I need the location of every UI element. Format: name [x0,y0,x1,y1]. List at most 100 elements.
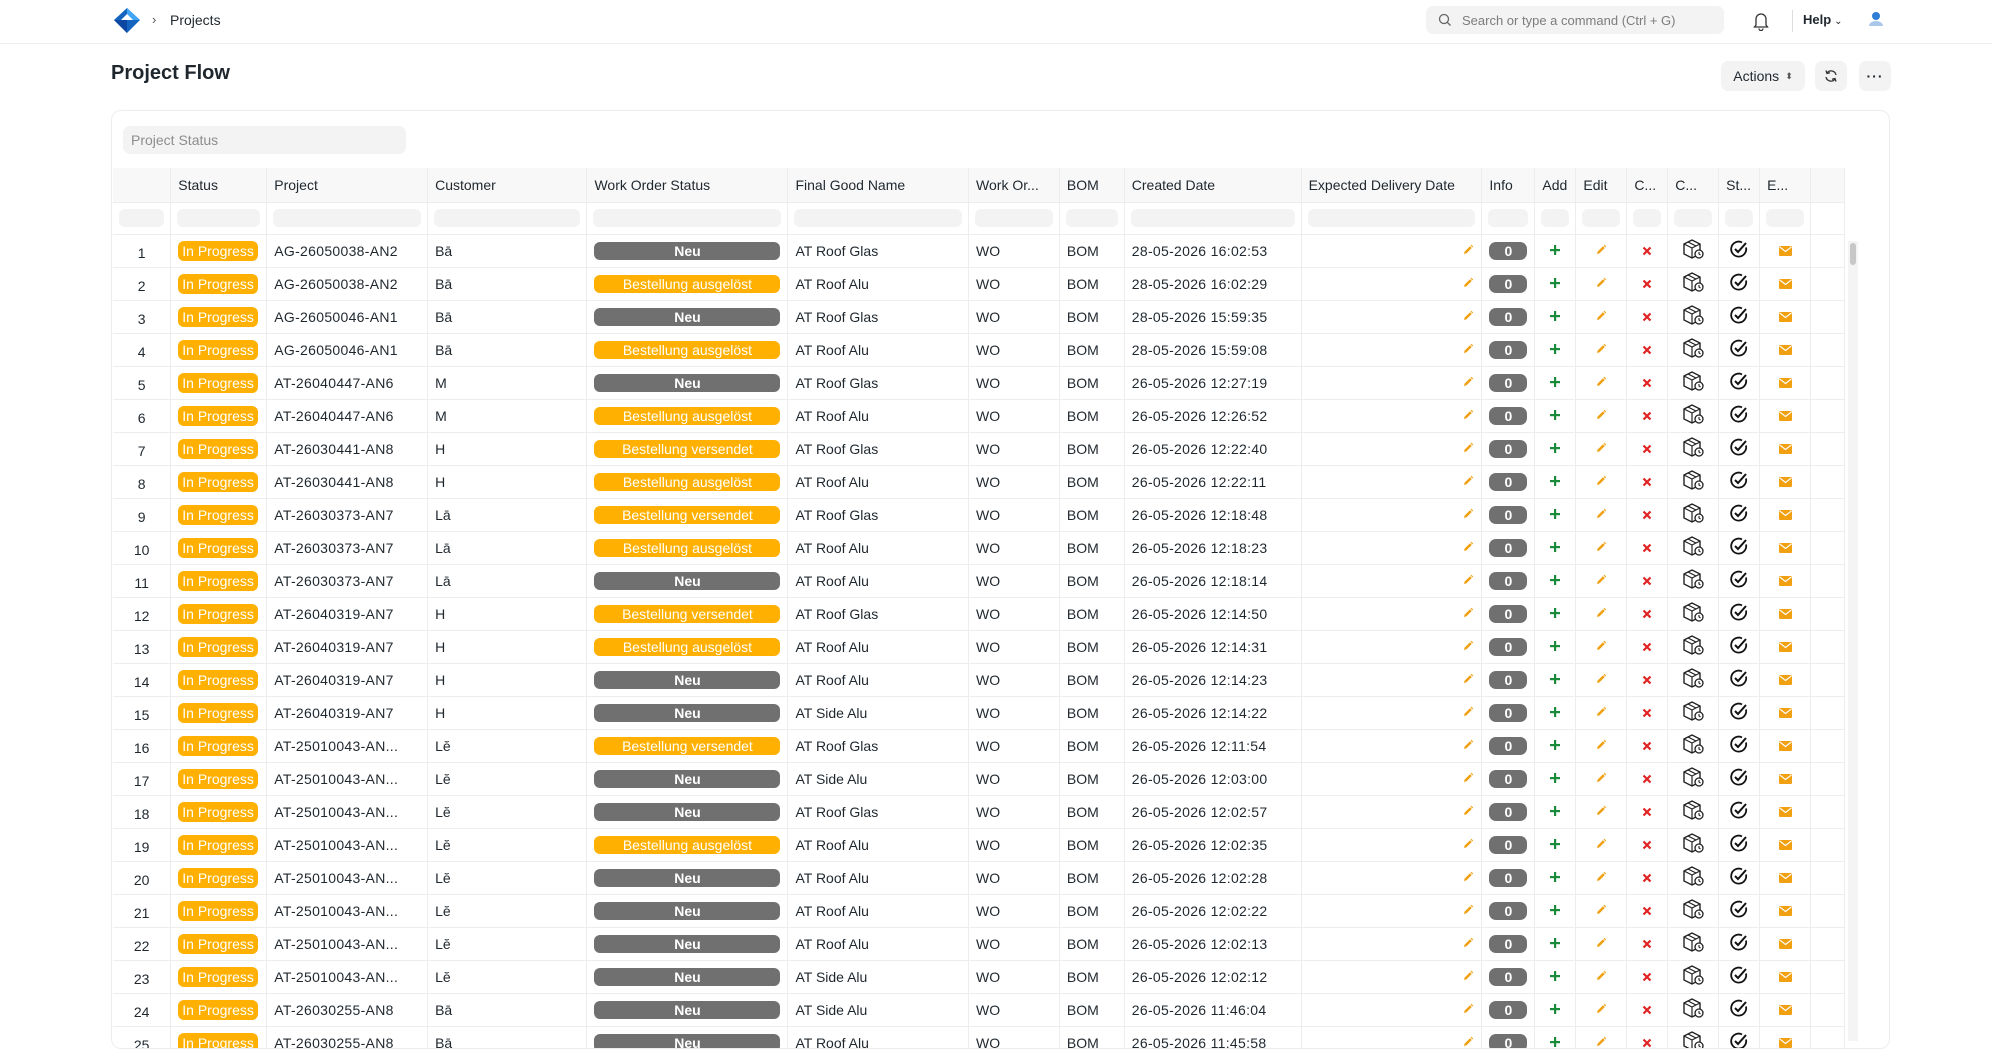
box-icon[interactable] [1681,998,1705,1022]
cancel-cell[interactable] [1626,1026,1669,1048]
status-cell[interactable]: In Progress [170,960,268,994]
info-cell[interactable]: 0 [1481,366,1536,400]
header-bom[interactable]: BOM [1059,168,1125,203]
project-cell[interactable]: AT-26030255-AN8 [266,1026,429,1048]
pencil-icon[interactable] [1595,507,1607,523]
project-cell[interactable]: AT-25010043-AN... [266,762,429,796]
box-icon[interactable] [1681,371,1705,395]
status-cell[interactable]: In Progress [170,696,268,730]
search-input[interactable]: Search or type a command (Ctrl + G) [1426,6,1724,34]
info-cell[interactable]: 0 [1481,993,1536,1027]
pencil-icon[interactable] [1595,639,1607,655]
add-cell[interactable] [1534,432,1577,466]
box-icon[interactable] [1681,272,1705,296]
check-circle-icon[interactable] [1729,570,1749,592]
info-cell[interactable]: 0 [1481,300,1536,334]
box-icon[interactable] [1681,338,1705,362]
add-cell[interactable] [1534,300,1577,334]
table-row[interactable]: 19 In Progress AT-25010043-AN... Lĕ Bestellu… [113,828,1845,862]
pencil-icon[interactable] [1462,639,1474,655]
plus-icon[interactable] [1549,276,1561,292]
bom-link[interactable]: BOM [1059,630,1125,664]
header-final-good-name[interactable]: Final Good Name [787,168,970,203]
customer-cell[interactable]: Bā [427,300,588,334]
info-cell[interactable]: 0 [1481,861,1536,895]
envelope-icon[interactable] [1778,342,1792,358]
edit-cell[interactable] [1575,828,1628,862]
bom-link[interactable]: BOM [1059,795,1125,829]
check-circle-icon[interactable] [1729,240,1749,262]
table-row[interactable]: 6 In Progress AT-26040447-AN6 M Bestellung a… [113,399,1845,433]
avatar-icon[interactable] [1866,9,1886,29]
check-circle-icon[interactable] [1729,669,1749,691]
box-icon[interactable] [1681,437,1705,461]
expected-delivery-cell[interactable] [1301,234,1483,268]
bom-link[interactable]: BOM [1059,564,1125,598]
work-order-status-cell[interactable]: Neu [586,663,789,697]
status-cell[interactable]: In Progress [170,861,268,895]
email-cell[interactable] [1759,333,1812,367]
project-cell[interactable]: AG-26050046-AN1 [266,333,429,367]
work-order-status-cell[interactable]: Neu [586,861,789,895]
info-cell[interactable]: 0 [1481,795,1536,829]
header-work-order-status[interactable]: Work Order Status [586,168,789,203]
plus-icon[interactable] [1549,243,1561,259]
table-row[interactable]: 1 In Progress AG-26050038-AN2 Bā Neu AT Roof … [113,234,1845,268]
plus-icon[interactable] [1549,441,1561,457]
bom-link[interactable]: BOM [1059,663,1125,697]
pencil-icon[interactable] [1462,606,1474,622]
info-cell[interactable]: 0 [1481,234,1536,268]
add-cell[interactable] [1534,894,1577,928]
status-cell[interactable]: In Progress [170,630,268,664]
bom-link[interactable]: BOM [1059,828,1125,862]
box-icon[interactable] [1681,635,1705,659]
work-order-link[interactable]: WO [968,663,1060,697]
add-cell[interactable] [1534,696,1577,730]
table-row[interactable]: 17 In Progress AT-25010043-AN... Lĕ Neu AT Si… [113,762,1845,796]
email-cell[interactable] [1759,531,1812,565]
email-cell[interactable] [1759,498,1812,532]
check-circle-icon[interactable] [1729,966,1749,988]
box-icon[interactable] [1681,668,1705,692]
box-icon[interactable] [1681,932,1705,956]
start-cell[interactable] [1718,762,1761,796]
envelope-icon[interactable] [1778,606,1792,622]
pencil-icon[interactable] [1462,969,1474,985]
plus-icon[interactable] [1549,540,1561,556]
cancel-cell[interactable] [1626,333,1669,367]
start-cell[interactable] [1718,729,1761,763]
work-order-link[interactable]: WO [968,465,1060,499]
bom-link[interactable]: BOM [1059,729,1125,763]
start-cell[interactable] [1718,333,1761,367]
project-cell[interactable]: AT-26030255-AN8 [266,993,429,1027]
table-row[interactable]: 15 In Progress AT-26040319-AN7 H Neu AT Side … [113,696,1845,730]
envelope-icon[interactable] [1778,507,1792,523]
cancel-cell[interactable] [1626,795,1669,829]
envelope-icon[interactable] [1778,1002,1792,1018]
close-cell[interactable] [1667,795,1720,829]
final-good-cell[interactable]: AT Roof Glas [787,597,970,631]
box-icon[interactable] [1681,965,1705,989]
customer-cell[interactable]: Lĕ [427,729,588,763]
status-cell[interactable]: In Progress [170,234,268,268]
work-order-status-cell[interactable]: Bestellung versendet [586,432,789,466]
start-cell[interactable] [1718,663,1761,697]
add-cell[interactable] [1534,399,1577,433]
x-icon[interactable] [1642,606,1652,622]
bom-link[interactable]: BOM [1059,498,1125,532]
plus-icon[interactable] [1549,507,1561,523]
filter-cell[interactable] [1575,202,1628,235]
expected-delivery-cell[interactable] [1301,465,1483,499]
start-cell[interactable] [1718,795,1761,829]
pencil-icon[interactable] [1462,540,1474,556]
expected-delivery-cell[interactable] [1301,762,1483,796]
status-cell[interactable]: In Progress [170,465,268,499]
status-cell[interactable]: In Progress [170,762,268,796]
x-icon[interactable] [1642,804,1652,820]
project-cell[interactable]: AT-26030373-AN7 [266,498,429,532]
cancel-cell[interactable] [1626,597,1669,631]
box-icon[interactable] [1681,866,1705,890]
box-icon[interactable] [1681,734,1705,758]
edit-cell[interactable] [1575,597,1628,631]
cancel-cell[interactable] [1626,861,1669,895]
